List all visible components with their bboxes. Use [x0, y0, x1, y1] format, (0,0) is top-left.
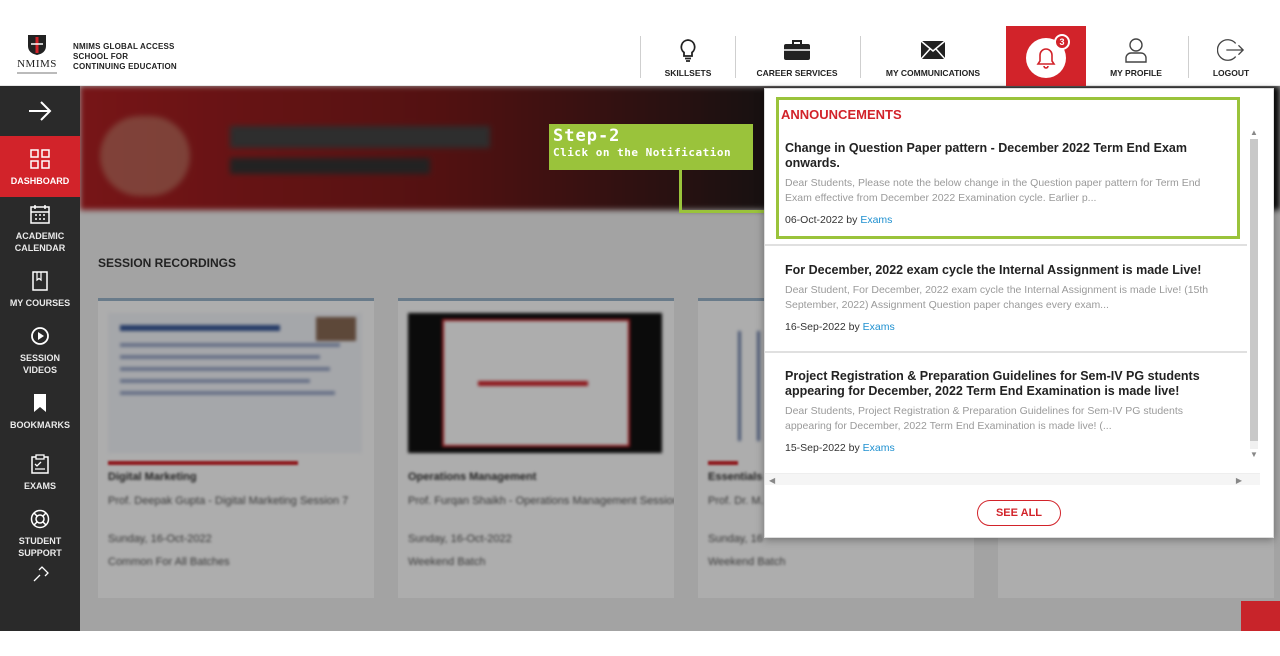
- scroll-thumb[interactable]: [1250, 139, 1258, 441]
- org-name: NMIMS GLOBAL ACCESS SCHOOL FOR CONTINUIN…: [73, 42, 177, 72]
- lifebuoy-icon: [30, 507, 50, 531]
- nav-skillsets[interactable]: SKILLSETS: [642, 26, 734, 86]
- sidebar-item-dashboard[interactable]: DASHBOARD: [0, 136, 80, 197]
- announcement-date: 15-Sep-2022: [785, 442, 846, 454]
- announcement-title[interactable]: For December, 2022 exam cycle the Intern…: [785, 263, 1225, 278]
- logout-icon: [1217, 36, 1245, 64]
- grid-icon: [30, 147, 50, 171]
- org-name-line: NMIMS GLOBAL ACCESS: [73, 42, 175, 51]
- top-header: NMIMS NMIMS GLOBAL ACCESS SCHOOL FOR CON…: [0, 26, 1280, 86]
- clipboard-icon: [31, 452, 49, 476]
- announcement-item[interactable]: Project Registration & Preparation Guide…: [785, 369, 1225, 454]
- nav-label: CAREER SERVICES: [756, 68, 838, 78]
- announcement-date: 16-Sep-2022: [785, 321, 846, 333]
- shield-logo-icon: [28, 35, 46, 55]
- nav-label: LOGOUT: [1212, 68, 1250, 78]
- sidebar-item-label: SESSION VIDEOS: [19, 352, 60, 375]
- sidebar-item-label: DASHBOARD: [10, 175, 70, 186]
- sidebar: DASHBOARD ACADEMIC CALENDAR MY COURSES S…: [0, 86, 80, 631]
- sidebar-expand-toggle[interactable]: [0, 86, 80, 136]
- page: NMIMS NMIMS GLOBAL ACCESS SCHOOL FOR CON…: [0, 0, 1280, 656]
- arrow-right-icon: [29, 101, 52, 121]
- sidebar-item-exams[interactable]: EXAMS: [0, 441, 80, 502]
- book-icon: [32, 269, 48, 293]
- announcement-excerpt: Dear Student, For December, 2022 exam cy…: [785, 284, 1209, 311]
- divider: [765, 244, 1247, 246]
- scroll-left-arrow-icon[interactable]: ◀: [769, 476, 775, 485]
- scroll-down-arrow-icon[interactable]: ▼: [1249, 451, 1259, 459]
- nav-divider: [860, 36, 861, 78]
- vertical-scrollbar[interactable]: ▲ ▼: [1248, 129, 1260, 459]
- nav-my-profile[interactable]: MY PROFILE: [1088, 26, 1184, 86]
- sidebar-item-academic-calendar[interactable]: ACADEMIC CALENDAR: [0, 197, 80, 258]
- by-label: by: [848, 321, 860, 333]
- nav-career-services[interactable]: CAREER SERVICES: [737, 26, 857, 86]
- announcement-category-link[interactable]: Exams: [863, 321, 895, 333]
- calendar-icon: [30, 202, 50, 226]
- user-icon: [1122, 36, 1150, 64]
- sidebar-item-label: BOOKMARKS: [10, 419, 70, 430]
- nav-label: MY PROFILE: [1110, 68, 1162, 78]
- org-name-line: SCHOOL FOR: [73, 52, 129, 61]
- nav-divider: [735, 36, 736, 78]
- by-label: by: [848, 442, 860, 454]
- bookmark-icon: [32, 391, 48, 415]
- divider: [765, 351, 1247, 353]
- bell-button[interactable]: 3: [1026, 34, 1070, 78]
- bell-icon: [1036, 48, 1056, 69]
- nav-divider: [1188, 36, 1189, 78]
- chat-button[interactable]: [1241, 601, 1280, 631]
- sidebar-item-label: STUDENT SUPPORT: [18, 535, 62, 558]
- sidebar-item-session-videos[interactable]: SESSION VIDEOS: [0, 319, 80, 380]
- sidebar-item-label: MY COURSES: [9, 297, 71, 308]
- announcement-item[interactable]: For December, 2022 exam cycle the Intern…: [785, 263, 1225, 333]
- nav-logout[interactable]: LOGOUT: [1190, 26, 1272, 86]
- sidebar-item-student-support[interactable]: STUDENT SUPPORT: [0, 502, 80, 563]
- step-title: Step-2: [553, 126, 621, 146]
- scroll-up-arrow-icon[interactable]: ▲: [1249, 129, 1259, 137]
- highlight-box: [776, 97, 1240, 239]
- announcement-title[interactable]: Project Registration & Preparation Guide…: [785, 369, 1225, 399]
- envelope-icon: [919, 36, 947, 64]
- notification-count-badge: 3: [1054, 34, 1070, 50]
- lightbulb-icon: [674, 36, 702, 64]
- nav-divider: [640, 36, 641, 78]
- sidebar-item-label: ACADEMIC CALENDAR: [14, 230, 66, 253]
- horizontal-scrollbar[interactable]: ◀ ▶: [765, 473, 1260, 485]
- step-callout: Step-2 Click on the Notification: [549, 124, 753, 170]
- step-subtitle: Click on the Notification: [553, 146, 732, 159]
- sidebar-item-bookmarks[interactable]: BOOKMARKS: [0, 380, 80, 441]
- sidebar-item-more[interactable]: [0, 563, 80, 593]
- see-all-button[interactable]: SEE ALL: [977, 500, 1061, 526]
- nmims-logo[interactable]: NMIMS: [12, 34, 62, 80]
- announcement-excerpt: Dear Students, Project Registration & Pr…: [785, 405, 1184, 432]
- play-circle-icon: [30, 324, 50, 348]
- announcement-category-link[interactable]: Exams: [863, 442, 895, 454]
- nav-label: SKILLSETS: [664, 68, 712, 78]
- sidebar-item-label: EXAMS: [23, 480, 56, 491]
- logo-tagline: [17, 72, 57, 74]
- nav-notifications[interactable]: 3: [1006, 26, 1086, 86]
- nav-label: MY COMMUNICATIONS: [885, 68, 981, 78]
- briefcase-icon: [783, 36, 811, 64]
- sidebar-item-my-courses[interactable]: MY COURSES: [0, 258, 80, 319]
- link-icon: [31, 563, 49, 587]
- scroll-right-arrow-icon[interactable]: ▶: [1236, 476, 1242, 485]
- org-name-line: CONTINUING EDUCATION: [73, 62, 177, 71]
- announcement-meta: 16-Sep-2022 by Exams: [785, 321, 1225, 333]
- announcement-meta: 15-Sep-2022 by Exams: [785, 442, 1225, 454]
- nav-my-communications[interactable]: MY COMMUNICATIONS: [862, 26, 1004, 86]
- logo-wordmark: NMIMS: [17, 58, 57, 70]
